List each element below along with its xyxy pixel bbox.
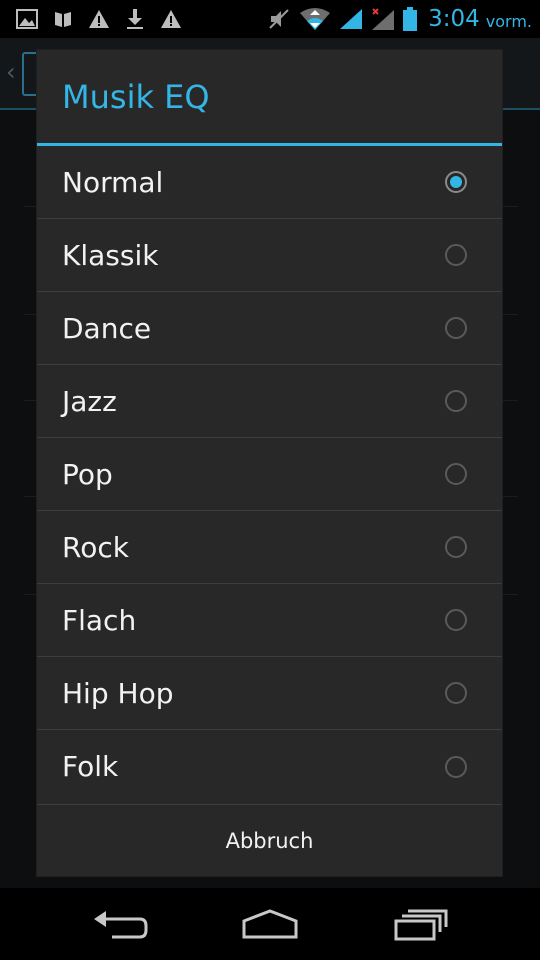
- warning-icon: [158, 6, 184, 32]
- radio-unchecked-icon[interactable]: [445, 463, 467, 485]
- recent-apps-icon: [394, 909, 448, 941]
- eq-option-dance[interactable]: Dance: [37, 292, 502, 365]
- eq-option-label: Rock: [62, 530, 129, 564]
- home-icon: [242, 909, 298, 939]
- book-icon: [50, 6, 76, 32]
- image-icon: [14, 6, 40, 32]
- back-icon: [94, 911, 148, 939]
- signal-nodata-icon: [370, 6, 396, 32]
- eq-option-label: Normal: [62, 165, 164, 199]
- recent-apps-button[interactable]: [380, 902, 460, 946]
- chevron-left-icon: ‹: [6, 58, 16, 86]
- eq-option-label: Hip Hop: [62, 676, 174, 710]
- wifi-icon: [298, 6, 332, 32]
- dialog-footer: Abbruch: [37, 804, 502, 876]
- musik-eq-dialog: Musik EQ Normal Klassik Dance Jazz Pop Rock Fl…: [37, 50, 502, 876]
- eq-option-jazz[interactable]: Jazz: [37, 365, 502, 438]
- radio-unchecked-icon[interactable]: [445, 317, 467, 339]
- status-ampm: vorm.: [485, 11, 532, 31]
- radio-unchecked-icon[interactable]: [445, 755, 467, 778]
- navigation-bar: [0, 888, 540, 960]
- eq-option-label: Dance: [62, 311, 152, 345]
- eq-option-hip-hop[interactable]: Hip Hop: [37, 657, 502, 730]
- eq-option-folk[interactable]: Folk: [37, 730, 502, 803]
- dialog-title: Musik EQ: [37, 50, 502, 146]
- radio-unchecked-icon[interactable]: [445, 609, 467, 631]
- eq-option-label: Klassik: [62, 238, 159, 272]
- radio-unchecked-icon[interactable]: [445, 536, 467, 558]
- status-bar: 3:04 vorm.: [0, 0, 540, 38]
- eq-option-label: Pop: [62, 457, 113, 491]
- radio-unchecked-icon[interactable]: [445, 390, 467, 412]
- eq-option-normal[interactable]: Normal: [37, 146, 502, 219]
- eq-option-flach[interactable]: Flach: [37, 584, 502, 657]
- eq-option-pop[interactable]: Pop: [37, 438, 502, 511]
- home-button[interactable]: [230, 902, 310, 946]
- eq-option-klassik[interactable]: Klassik: [37, 219, 502, 292]
- radio-unchecked-icon[interactable]: [445, 244, 467, 266]
- eq-option-label: Flach: [62, 603, 137, 637]
- battery-icon: [402, 6, 418, 32]
- warning-icon: [86, 6, 112, 32]
- back-button[interactable]: [80, 902, 160, 946]
- status-time: 3:04: [428, 6, 480, 32]
- radio-dot-icon: [450, 176, 462, 188]
- eq-option-label: Jazz: [62, 384, 117, 418]
- eq-options-list: Normal Klassik Dance Jazz Pop Rock Flach Hip Ho…: [37, 146, 502, 803]
- eq-option-rock[interactable]: Rock: [37, 511, 502, 584]
- radio-checked-icon[interactable]: [445, 171, 467, 193]
- cancel-button[interactable]: Abbruch: [196, 819, 344, 863]
- download-icon: [122, 6, 148, 32]
- mute-icon: [266, 6, 292, 32]
- eq-option-label: Folk: [62, 750, 119, 783]
- radio-unchecked-icon[interactable]: [445, 682, 467, 704]
- signal-icon: [338, 6, 364, 32]
